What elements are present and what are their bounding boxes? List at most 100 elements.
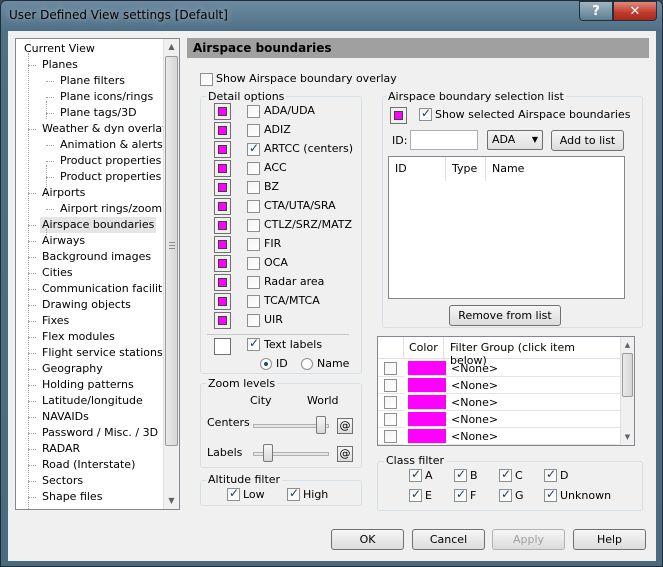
labels-slider-thumb[interactable]	[262, 444, 273, 462]
filter-group-scrollbar[interactable]: ▲ ▼	[620, 337, 634, 445]
tree-item[interactable]: RADAR	[40, 441, 82, 457]
filter-group-name[interactable]: <None>	[446, 360, 621, 377]
class-filter-checkbox[interactable]	[409, 467, 422, 482]
filter-group-color[interactable]	[408, 395, 446, 410]
tree-item[interactable]: Planes	[40, 57, 80, 73]
col-color-header[interactable]: Color	[404, 337, 444, 359]
tree-item[interactable]: Geography	[40, 361, 105, 377]
filter-group-name[interactable]: <None>	[446, 428, 621, 445]
detail-color-swatch[interactable]	[214, 103, 231, 120]
detail-color-swatch[interactable]	[214, 236, 231, 253]
type-select[interactable]: ADA ▼	[487, 130, 543, 150]
filter-group-row[interactable]: <None>	[378, 377, 621, 394]
filter-group-name[interactable]: <None>	[446, 377, 621, 394]
filter-group-name[interactable]: <None>	[446, 394, 621, 411]
tree-item[interactable]: Airways	[40, 233, 87, 249]
filter-group-checkbox[interactable]	[384, 430, 397, 443]
scroll-up-arrow-icon[interactable]: ▲	[164, 39, 179, 55]
class-filter-checkbox[interactable]	[409, 487, 422, 502]
close-button[interactable]: ✕	[613, 1, 657, 21]
tree-item[interactable]: Plane tags/3D	[58, 105, 139, 121]
detail-color-swatch[interactable]	[214, 255, 231, 272]
filter-group-name[interactable]: <None>	[446, 411, 621, 428]
class-filter-checkbox[interactable]	[454, 467, 467, 482]
filter-group-color[interactable]	[408, 378, 446, 393]
cancel-button[interactable]: Cancel	[412, 529, 485, 550]
centers-slider-thumb[interactable]	[315, 416, 326, 434]
tree-item[interactable]: Airports	[40, 185, 87, 201]
class-filter-checkbox[interactable]	[454, 487, 467, 502]
filter-group-row[interactable]: <None>	[378, 394, 621, 411]
text-labels-color-swatch[interactable]	[214, 338, 231, 355]
help-button[interactable]: Help	[573, 529, 646, 550]
detail-option-checkbox[interactable]	[247, 276, 260, 289]
text-labels-checkbox[interactable]	[247, 336, 260, 351]
detail-color-swatch[interactable]	[214, 198, 231, 215]
detail-color-swatch[interactable]	[214, 217, 231, 234]
detail-option-checkbox[interactable]	[247, 295, 260, 308]
col-name-header[interactable]: Name	[486, 157, 624, 181]
col-type-header[interactable]: Type	[446, 157, 486, 181]
labels-reset-button[interactable]: @	[337, 446, 353, 462]
tree-item[interactable]: Fixes	[40, 313, 71, 329]
detail-color-swatch[interactable]	[214, 122, 231, 139]
tree-item[interactable]: Sectors	[40, 473, 85, 489]
filter-group-checkbox[interactable]	[384, 362, 397, 375]
filter-group-color[interactable]	[408, 412, 446, 427]
detail-option-checkbox[interactable]	[247, 105, 260, 118]
tree-item[interactable]: Product properties	[58, 153, 163, 169]
tree-item[interactable]: Plane icons/rings	[58, 89, 155, 105]
centers-reset-button[interactable]: @	[337, 418, 353, 434]
tree-item[interactable]: Road (Interstate)	[40, 457, 137, 473]
col-id-header[interactable]: ID	[389, 157, 446, 181]
label-name-radio[interactable]	[301, 358, 313, 370]
show-overlay-checkbox[interactable]	[200, 73, 213, 86]
tree-item[interactable]: NAVAIDs	[40, 409, 91, 425]
scroll-down-arrow-icon[interactable]: ▼	[164, 493, 179, 509]
class-filter-checkbox[interactable]	[544, 487, 557, 502]
tree-item[interactable]: Flight service stations	[40, 345, 165, 361]
detail-option-checkbox[interactable]	[247, 238, 260, 251]
add-to-list-button[interactable]: Add to list	[551, 130, 624, 151]
remove-from-list-button[interactable]: Remove from list	[449, 305, 561, 326]
detail-color-swatch[interactable]	[214, 141, 231, 158]
detail-color-swatch[interactable]	[214, 179, 231, 196]
tree-item[interactable]: Communication facilities	[40, 281, 179, 297]
tree-item[interactable]: Cities	[40, 265, 75, 281]
scroll-down-arrow-icon[interactable]: ▼	[621, 429, 634, 445]
tree-item[interactable]: Shape files	[40, 489, 104, 505]
tree-item[interactable]: Flex modules	[40, 329, 117, 345]
ok-button[interactable]: OK	[331, 529, 404, 550]
apply-button[interactable]: Apply	[492, 529, 565, 550]
tree-item[interactable]: Airport rings/zoom	[58, 201, 164, 217]
detail-option-checkbox[interactable]	[247, 257, 260, 270]
filter-group-color[interactable]	[408, 361, 446, 376]
scroll-up-arrow-icon[interactable]: ▲	[621, 337, 634, 353]
detail-option-checkbox[interactable]	[247, 200, 260, 213]
selection-color-swatch[interactable]	[390, 107, 407, 124]
show-selected-checkbox[interactable]	[419, 106, 432, 121]
tree-item[interactable]: Password / Misc. / 3D	[40, 425, 160, 441]
scroll-thumb[interactable]	[165, 56, 178, 446]
tree-item[interactable]: Current View	[22, 41, 97, 57]
filter-group-checkbox[interactable]	[384, 379, 397, 392]
help-title-button[interactable]: ?	[579, 1, 613, 21]
tree-item[interactable]: Plane filters	[58, 73, 127, 89]
detail-option-checkbox[interactable]	[247, 124, 260, 137]
filter-group-list[interactable]: Color Filter Group (click item below) <N…	[377, 336, 635, 446]
tree-scrollbar[interactable]: ▲ ▼	[163, 39, 179, 509]
class-filter-checkbox[interactable]	[499, 467, 512, 482]
col-filtergroup-header[interactable]: Filter Group (click item below)	[444, 337, 621, 367]
tree-item[interactable]: Airspace boundaries	[40, 217, 157, 233]
detail-option-checkbox[interactable]	[247, 219, 260, 232]
filter-group-row[interactable]: <None>	[378, 411, 621, 428]
scroll-thumb[interactable]	[622, 353, 633, 397]
detail-color-swatch[interactable]	[214, 274, 231, 291]
selection-listview[interactable]: ID Type Name	[388, 156, 625, 299]
class-filter-checkbox[interactable]	[499, 487, 512, 502]
id-input[interactable]	[410, 130, 478, 150]
tree-item[interactable]: Holding patterns	[40, 377, 136, 393]
filter-group-row[interactable]: <None>	[378, 428, 621, 445]
filter-group-checkbox[interactable]	[384, 413, 397, 426]
tree-item[interactable]: Weather & dyn overlays	[40, 121, 176, 137]
